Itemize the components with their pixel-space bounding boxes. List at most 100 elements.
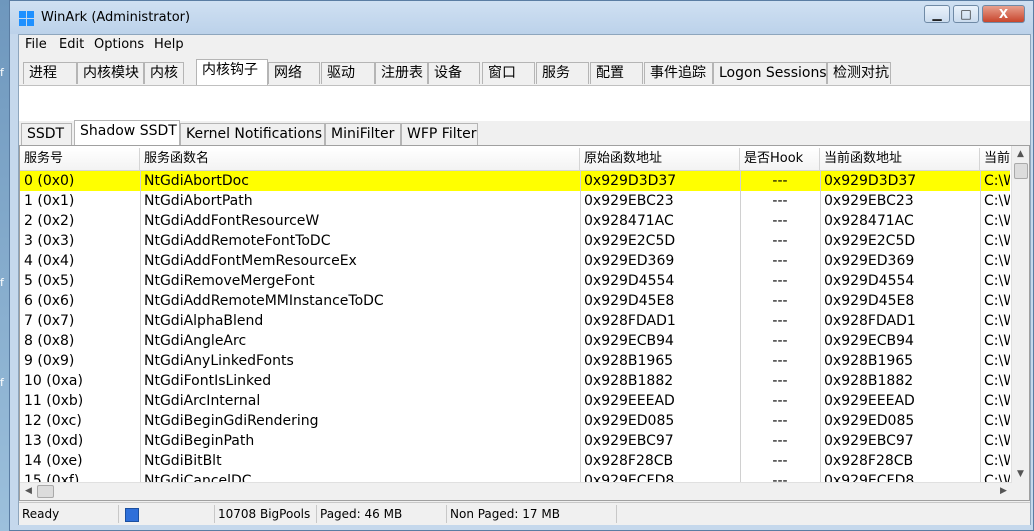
table-row[interactable]: 8 (0x8) NtGdiAngleArc 0x929ECB94 --- 0x929EC…	[20, 331, 1010, 351]
tab-anti-detection[interactable]: 检测对抗	[827, 62, 891, 84]
cell-function-name: NtGdiFontIsLinked	[144, 373, 272, 389]
cell-current-module: C:\W	[984, 393, 1010, 409]
cell-current-address: 0x928B1882	[824, 373, 914, 389]
menu-help[interactable]: Help	[154, 37, 184, 52]
table-row[interactable]: 10 (0xa) NtGdiFontIsLinked 0x928B1882 --- 0x…	[20, 371, 1010, 391]
cell-current-module: C:\W	[984, 353, 1010, 369]
tab-devices[interactable]: 设备	[428, 62, 480, 84]
cell-current-address: 0x928FDAD1	[824, 313, 916, 329]
column-header-function-name[interactable]: 服务函数名	[140, 148, 580, 170]
subtab-shadow-ssdt[interactable]: Shadow SSDT	[74, 120, 180, 145]
scroll-down-arrow-icon[interactable]: ▼	[1013, 467, 1028, 482]
minimize-button[interactable]: ▁	[924, 5, 950, 23]
tab-registry[interactable]: 注册表	[375, 62, 428, 84]
cell-function-name: NtGdiBeginGdiRendering	[144, 413, 319, 429]
scroll-right-arrow-icon[interactable]: ▶	[996, 484, 1011, 499]
table-row[interactable]: 11 (0xb) NtGdiArcInternal 0x929EEEAD --- 0x9…	[20, 391, 1010, 411]
cell-original-address: 0x929EBC23	[584, 193, 674, 209]
table-row[interactable]: 14 (0xe) NtGdiBitBlt 0x928F28CB --- 0x928F28…	[20, 451, 1010, 471]
cell-function-name: NtGdiAbortPath	[144, 193, 253, 209]
column-header-service-id[interactable]: 服务号	[20, 148, 140, 170]
subtab-minifilter[interactable]: MiniFilter	[325, 123, 401, 145]
cell-service-id: 14 (0xe)	[24, 453, 83, 469]
tab-kernel-modules[interactable]: 内核模块	[77, 62, 144, 84]
cell-hooked: ---	[772, 373, 788, 389]
tab-kernel-hooks[interactable]: 内核钩子	[196, 59, 268, 85]
tab-network[interactable]: 网络	[268, 62, 320, 84]
cell-current-address: 0x928471AC	[824, 213, 914, 229]
scroll-left-arrow-icon[interactable]: ◀	[21, 484, 36, 499]
cell-current-address: 0x929D3D37	[824, 173, 917, 189]
close-button[interactable]: X	[982, 5, 1025, 23]
table-row[interactable]: 6 (0x6) NtGdiAddRemoteMMInstanceToDC 0x929…	[20, 291, 1010, 311]
cell-original-address: 0x928FDAD1	[584, 313, 676, 329]
cell-current-module: C:\W	[984, 173, 1010, 189]
cell-current-address: 0x928B1965	[824, 353, 914, 369]
table-row[interactable]: 4 (0x4) NtGdiAddFontMemResourceEx 0x929ED3…	[20, 251, 1010, 271]
table-row[interactable]: 2 (0x2) NtGdiAddFontResourceW 0x928471AC --…	[20, 211, 1010, 231]
tab-config[interactable]: 配置	[590, 62, 643, 84]
cell-function-name: NtGdiAddRemoteFontToDC	[144, 233, 331, 249]
cell-hooked: ---	[772, 273, 788, 289]
table-row[interactable]: 7 (0x7) NtGdiAlphaBlend 0x928FDAD1 --- 0x928…	[20, 311, 1010, 331]
tab-kernel[interactable]: 内核	[144, 62, 184, 84]
tab-logon-sessions[interactable]: Logon Sessions	[713, 62, 827, 84]
list-header: 服务号 服务函数名 原始函数地址 是否Hook 当前函数地址 当前	[20, 148, 1020, 171]
tab-drivers[interactable]: 驱动	[321, 62, 375, 84]
column-header-original-address[interactable]: 原始函数地址	[580, 148, 740, 170]
cell-current-address: 0x929ECB94	[824, 333, 914, 349]
menu-file[interactable]: File	[25, 37, 47, 52]
menu-options[interactable]: Options	[94, 37, 144, 52]
cell-current-module: C:\W	[984, 253, 1010, 269]
tab-services[interactable]: 服务	[536, 62, 589, 84]
tab-windows[interactable]: 窗口	[482, 62, 535, 84]
cell-hooked: ---	[772, 353, 788, 369]
cell-current-module: C:\W	[984, 453, 1010, 469]
table-row[interactable]: 9 (0x9) NtGdiAnyLinkedFonts 0x928B1965 --- 0…	[20, 351, 1010, 371]
status-indicator	[119, 505, 215, 523]
cell-service-id: 4 (0x4)	[24, 253, 75, 269]
cell-original-address: 0x929ECB94	[584, 333, 674, 349]
horizontal-scroll-thumb[interactable]	[37, 485, 54, 498]
scroll-up-arrow-icon[interactable]: ▲	[1013, 147, 1028, 162]
scrollbar-corner	[1012, 483, 1029, 500]
column-header-hooked[interactable]: 是否Hook	[740, 148, 820, 170]
subtab-wfp-filter[interactable]: WFP Filter	[401, 123, 478, 145]
maximize-button[interactable]: □	[953, 5, 979, 23]
tab-event-tracing[interactable]: 事件追踪	[644, 62, 713, 84]
cell-hooked: ---	[772, 413, 788, 429]
vertical-scroll-thumb[interactable]	[1014, 163, 1028, 179]
table-row[interactable]: 12 (0xc) NtGdiBeginGdiRendering 0x929ED085…	[20, 411, 1010, 431]
menu-edit[interactable]: Edit	[59, 37, 84, 52]
table-row[interactable]: 1 (0x1) NtGdiAbortPath 0x929EBC23 --- 0x929E…	[20, 191, 1010, 211]
cell-original-address: 0x929D45E8	[584, 293, 675, 309]
cell-service-id: 1 (0x1)	[24, 193, 75, 209]
column-header-current-address[interactable]: 当前函数地址	[820, 148, 980, 170]
cell-original-address: 0x929ED085	[584, 413, 675, 429]
vertical-scrollbar[interactable]: ▲ ▼	[1011, 146, 1029, 483]
cell-function-name: NtGdiArcInternal	[144, 393, 261, 409]
cell-function-name: NtGdiAngleArc	[144, 333, 247, 349]
cell-hooked: ---	[772, 433, 788, 449]
title-bar[interactable]: WinArk (Administrator) ▁ □ X	[10, 1, 1033, 34]
cell-original-address: 0x929ED369	[584, 253, 675, 269]
table-row[interactable]: 5 (0x5) NtGdiRemoveMergeFont 0x929D4554 ---…	[20, 271, 1010, 291]
list-rows: 15 (0xf) NtGdiCancelDC 0x929ECFD8 --- 0x929E…	[20, 171, 1010, 483]
tab-content-area	[19, 85, 1030, 121]
tab-process[interactable]: 进程	[23, 62, 77, 84]
table-row[interactable]: 13 (0xd) NtGdiBeginPath 0x929EBC97 --- 0x929…	[20, 431, 1010, 451]
subtab-ssdt[interactable]: SSDT	[21, 123, 72, 145]
cell-current-address: 0x929E2C5D	[824, 233, 916, 249]
cell-service-id: 8 (0x8)	[24, 333, 75, 349]
cell-service-id: 6 (0x6)	[24, 293, 75, 309]
horizontal-scrollbar[interactable]: ◀ ▶	[20, 482, 1012, 500]
cell-function-name: NtGdiBeginPath	[144, 433, 255, 449]
cell-current-module: C:\W	[984, 413, 1010, 429]
table-row-selected[interactable]: 0 (0x0) NtGdiAbortDoc 0x929D3D37 --- 0x929D3…	[20, 171, 1010, 191]
status-ready: Ready	[19, 505, 119, 523]
table-row[interactable]: 3 (0x3) NtGdiAddRemoteFontToDC 0x929E2C5D -…	[20, 231, 1010, 251]
cell-original-address: 0x929EBC97	[584, 433, 674, 449]
cell-current-address: 0x929D45E8	[824, 293, 915, 309]
subtab-kernel-notifications[interactable]: Kernel Notifications	[180, 123, 325, 145]
shadow-ssdt-list[interactable]: 服务号 服务函数名 原始函数地址 是否Hook 当前函数地址 当前 15 (0x…	[19, 145, 1030, 501]
